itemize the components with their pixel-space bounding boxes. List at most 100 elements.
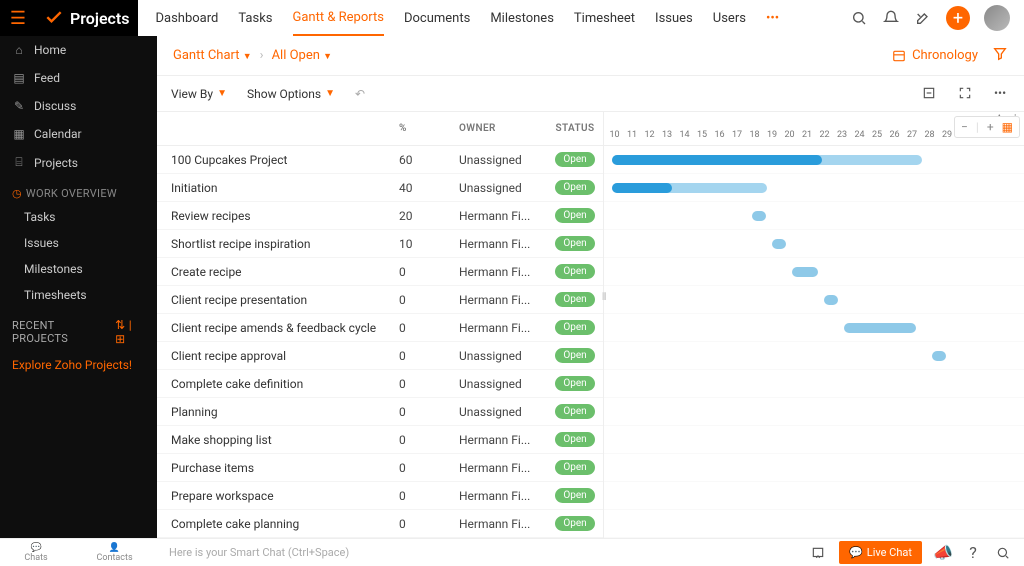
timeline-day: 22: [818, 130, 831, 140]
tab-timesheet[interactable]: Timesheet: [574, 0, 635, 36]
more-icon[interactable]: •••: [994, 86, 1010, 102]
chat-popout-icon[interactable]: [809, 544, 827, 562]
status-badge[interactable]: Open: [555, 460, 594, 475]
sidebar-item-calendar[interactable]: ▦Calendar: [0, 120, 157, 148]
breadcrumb-filter[interactable]: All Open ▼: [272, 48, 333, 63]
table-row[interactable]: Client recipe amends & feedback cycle0He…: [157, 314, 603, 342]
task-percent: 0: [399, 405, 459, 419]
tab-users[interactable]: Users: [713, 0, 746, 36]
gantt-bar[interactable]: [932, 351, 946, 361]
zoom-control[interactable]: − | + ▦: [954, 116, 1020, 138]
timeline-day: 24: [853, 130, 866, 140]
gantt-bar[interactable]: [752, 211, 766, 221]
export-icon[interactable]: [922, 86, 938, 102]
status-badge[interactable]: Open: [555, 152, 594, 167]
table-row[interactable]: Complete cake definition0UnassignedOpen: [157, 370, 603, 398]
zoom-in-icon[interactable]: +: [987, 120, 994, 134]
bell-icon[interactable]: [882, 9, 900, 27]
sidebar-item-projects[interactable]: ⌸Projects: [0, 148, 157, 177]
work-overview-header[interactable]: ◷WORK OVERVIEW: [0, 177, 157, 204]
sidebar-item-discuss[interactable]: ✎Discuss: [0, 92, 157, 120]
gantt-bar[interactable]: [824, 295, 838, 305]
smart-chat-input[interactable]: Here is your Smart Chat (Ctrl+Space): [157, 546, 809, 559]
live-chat-button[interactable]: 💬 Live Chat: [839, 541, 922, 564]
tab-documents[interactable]: Documents: [404, 0, 470, 36]
table-row[interactable]: Review recipes20Hermann Fi...Open: [157, 202, 603, 230]
task-name: Review recipes: [157, 209, 399, 223]
status-badge[interactable]: Open: [555, 404, 594, 419]
fullscreen-icon[interactable]: [958, 86, 974, 102]
tab-milestones[interactable]: Milestones: [490, 0, 554, 36]
announcement-icon[interactable]: 📣: [934, 544, 952, 562]
show-options-dropdown[interactable]: Show Options ▼: [247, 87, 335, 101]
table-row[interactable]: 100 Cupcakes Project60UnassignedOpen: [157, 146, 603, 174]
zoom-out-icon[interactable]: −: [961, 120, 968, 134]
table-row[interactable]: Initiation40UnassignedOpen: [157, 174, 603, 202]
task-percent: 0: [399, 265, 459, 279]
task-owner: Hermann Fi...: [459, 293, 547, 307]
status-badge[interactable]: Open: [555, 264, 594, 279]
tab-tasks[interactable]: Tasks: [238, 0, 272, 36]
app-logo: Projects: [36, 8, 138, 28]
breadcrumb-gantt[interactable]: Gantt Chart ▼: [173, 48, 252, 63]
status-badge[interactable]: Open: [555, 320, 594, 335]
task-name: Client recipe approval: [157, 349, 399, 363]
gantt-bar[interactable]: [772, 239, 786, 249]
table-row[interactable]: Client recipe approval0UnassignedOpen: [157, 342, 603, 370]
task-percent: 60: [399, 153, 459, 167]
undo-icon[interactable]: ↶: [355, 87, 365, 101]
tools-icon[interactable]: [914, 9, 932, 27]
hamburger-menu[interactable]: ☰: [0, 0, 36, 36]
status-badge[interactable]: Open: [555, 236, 594, 251]
search-bottom-icon[interactable]: [994, 544, 1012, 562]
tab-dashboard[interactable]: Dashboard: [156, 0, 219, 36]
tab-more[interactable]: •••: [766, 0, 779, 36]
chats-tab[interactable]: 💬Chats: [24, 543, 47, 563]
status-badge[interactable]: Open: [555, 292, 594, 307]
table-row[interactable]: Make shopping list0Hermann Fi...Open: [157, 426, 603, 454]
tab-gantt-reports[interactable]: Gantt & Reports: [293, 0, 384, 36]
status-badge[interactable]: Open: [555, 376, 594, 391]
status-badge[interactable]: Open: [555, 432, 594, 447]
help-icon[interactable]: ?: [964, 544, 982, 562]
status-badge[interactable]: Open: [555, 208, 594, 223]
search-icon[interactable]: [850, 9, 868, 27]
status-badge[interactable]: Open: [555, 488, 594, 503]
gantt-bar-progress[interactable]: [612, 183, 672, 193]
explore-link[interactable]: Explore Zoho Projects!: [0, 350, 157, 380]
status-badge[interactable]: Open: [555, 348, 594, 363]
filter-icon[interactable]: [992, 46, 1008, 66]
user-avatar[interactable]: [984, 5, 1010, 31]
table-row[interactable]: Planning0UnassignedOpen: [157, 398, 603, 426]
table-row[interactable]: Purchase items0Hermann Fi...Open: [157, 454, 603, 482]
timeline-day: 21: [801, 130, 814, 140]
recent-projects-header[interactable]: RECENT PROJECTS ⇅ | ⊞: [0, 308, 157, 350]
task-percent: 0: [399, 321, 459, 335]
table-row[interactable]: Complete cake planning0Hermann Fi...Open: [157, 510, 603, 538]
timeline-day: 14: [678, 130, 691, 140]
task-name: Make shopping list: [157, 433, 399, 447]
table-row[interactable]: Prepare workspace0Hermann Fi...Open: [157, 482, 603, 510]
gantt-bar[interactable]: [844, 323, 916, 333]
tab-issues[interactable]: Issues: [655, 0, 693, 36]
table-row[interactable]: Shortlist recipe inspiration10Hermann Fi…: [157, 230, 603, 258]
gantt-bar-progress[interactable]: [612, 155, 822, 165]
add-button[interactable]: +: [946, 6, 970, 30]
sidebar-work-issues[interactable]: Issues: [0, 230, 157, 256]
sidebar-item-home[interactable]: ⌂Home: [0, 36, 157, 64]
task-owner: Hermann Fi...: [459, 517, 547, 531]
column-resize-handle[interactable]: ⦀: [602, 292, 606, 303]
chronology-button[interactable]: Chronology: [892, 48, 978, 63]
table-row[interactable]: Client recipe presentation0Hermann Fi...…: [157, 286, 603, 314]
table-row[interactable]: Create recipe0Hermann Fi...Open: [157, 258, 603, 286]
status-badge[interactable]: Open: [555, 516, 594, 531]
gantt-bar[interactable]: [792, 267, 818, 277]
status-badge[interactable]: Open: [555, 180, 594, 195]
zoom-fit-icon[interactable]: ▦: [1002, 120, 1013, 134]
view-by-dropdown[interactable]: View By ▼: [171, 87, 227, 101]
sidebar-work-milestones[interactable]: Milestones: [0, 256, 157, 282]
contacts-tab[interactable]: 👤Contacts: [96, 543, 132, 563]
sidebar-work-timesheets[interactable]: Timesheets: [0, 282, 157, 308]
sidebar-work-tasks[interactable]: Tasks: [0, 204, 157, 230]
sidebar-item-feed[interactable]: ▤Feed: [0, 64, 157, 92]
